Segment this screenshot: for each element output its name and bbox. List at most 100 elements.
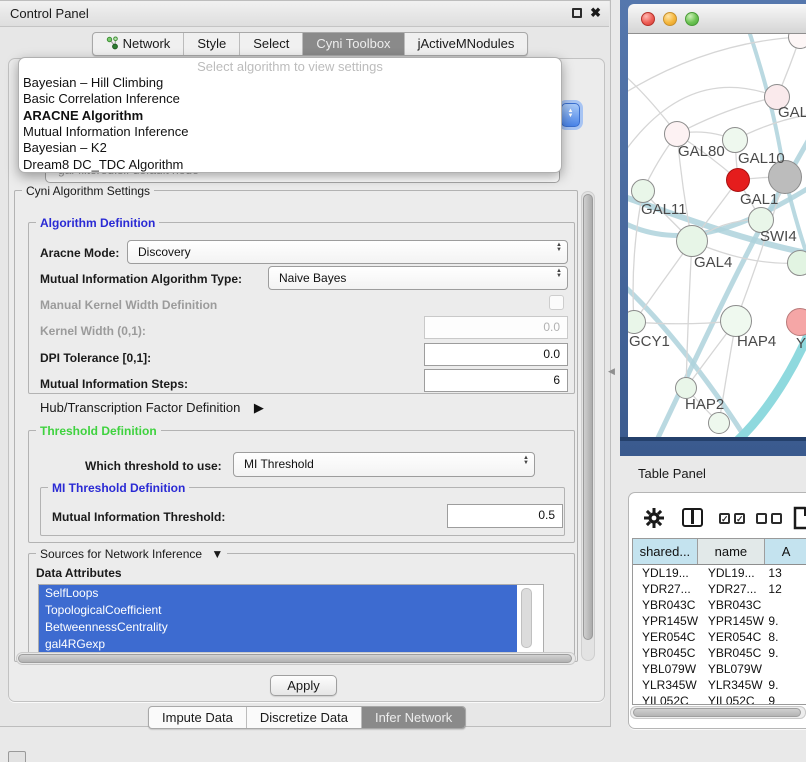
table-row[interactable]: YIL052C YIL052C 9 <box>633 693 806 705</box>
popup-item[interactable]: Mutual Information Inference <box>19 124 561 140</box>
close-window-icon[interactable] <box>641 12 655 26</box>
table-row[interactable]: YPR145W YPR145W 9. <box>633 613 806 629</box>
tab-network[interactable]: Network <box>93 33 183 55</box>
network-node-gal1-selected[interactable] <box>726 168 750 192</box>
control-panel-tabbar: Network Style Select Cyni Toolbox jActiv… <box>92 32 528 56</box>
export-table-icon[interactable] <box>793 506 806 535</box>
list-scrollbar-thumb[interactable] <box>521 588 532 648</box>
table-row[interactable]: YDL19... YDL19... 13 <box>633 565 806 581</box>
tab-network-label: Network <box>123 36 171 51</box>
table-row[interactable]: YDR27... YDR27... 12 <box>633 581 806 597</box>
app-screen: Control Panel ✖ Network Style <box>0 0 806 762</box>
popup-item[interactable]: Basic Correlation Inference <box>19 91 561 107</box>
dpi-tolerance-field[interactable]: 0.0 <box>424 343 568 366</box>
mi-steps-field[interactable]: 6 <box>424 369 568 392</box>
show-all-columns-icon[interactable]: ✓✓ <box>719 513 745 524</box>
network-window-titlebar[interactable] <box>628 4 806 34</box>
table-row[interactable]: YBR043C YBR043C <box>633 597 806 613</box>
popup-header: Select algorithm to view settings <box>19 58 561 75</box>
table-panel-title: Table Panel <box>638 466 706 481</box>
network-node-gal4[interactable] <box>676 225 708 257</box>
tab-style[interactable]: Style <box>183 33 239 55</box>
control-panel-title: Control Panel <box>10 6 89 21</box>
expand-right-icon: ▶ <box>254 400 264 415</box>
table-hscrollbar-thumb[interactable] <box>633 708 801 717</box>
columns-icon[interactable] <box>682 508 703 527</box>
settings-hscrollbar-thumb[interactable] <box>18 654 572 663</box>
popup-item[interactable]: Bayesian – K2 <box>19 140 561 156</box>
which-threshold-label: Which threshold to use: <box>85 459 222 473</box>
popup-item-selected[interactable]: ARACNE Algorithm <box>19 107 561 124</box>
node-label: SWI4 <box>760 228 797 245</box>
node-label: HAP2 <box>685 396 724 413</box>
gear-icon[interactable] <box>643 507 665 534</box>
kernel-width-field[interactable]: 0.0 <box>424 316 568 339</box>
tab-jactivemnodules[interactable]: jActiveMNodules <box>404 33 528 55</box>
apply-button[interactable]: Apply <box>270 675 337 696</box>
cyni-algorithm-settings-title: Cyni Algorithm Settings <box>22 184 154 198</box>
node-table: shared... name A YDL19... YDL19... 13 YD… <box>632 538 806 705</box>
table-row[interactable]: YLR345W YLR345W 9. <box>633 677 806 693</box>
column-header-name[interactable]: name <box>698 539 765 564</box>
table-row[interactable]: YBL079W YBL079W <box>633 661 806 677</box>
minimize-window-icon[interactable] <box>663 12 677 26</box>
settings-scrollbar-thumb[interactable] <box>583 194 593 640</box>
popup-item[interactable]: Dream8 DC_TDC Algorithm <box>19 156 561 173</box>
tab-cyni-toolbox[interactable]: Cyni Toolbox <box>302 33 403 55</box>
close-icon[interactable]: ✖ <box>590 5 601 21</box>
threshold-definition-title: Threshold Definition <box>36 424 161 438</box>
network-node-salmon[interactable] <box>786 308 806 336</box>
combo-arrow-button[interactable]: ▲▼ <box>561 103 580 127</box>
dpi-tolerance-label: DPI Tolerance [0,1]: <box>40 351 151 365</box>
node-label: GAL10 <box>738 150 785 167</box>
hide-all-columns-icon[interactable] <box>756 513 782 524</box>
zoom-window-icon[interactable] <box>685 12 699 26</box>
hub-definition-label: Hub/Transcription Factor Definition <box>40 400 240 415</box>
table-row[interactable]: YBR045C YBR045C 9. <box>633 645 806 661</box>
control-panel-titlebar[interactable]: Control Panel ✖ <box>0 1 609 27</box>
table-panel: ✓✓ shared... name A YDL19... YDL19... <box>628 492 806 729</box>
table-row[interactable]: YER054C YER054C 8. <box>633 629 806 645</box>
network-window-frame-shadow <box>620 437 806 441</box>
column-header-shared[interactable]: shared... <box>633 539 698 564</box>
node-label: HAP4 <box>737 333 776 350</box>
manual-kernel-width-label: Manual Kernel Width Definition <box>40 298 217 312</box>
sources-title-toggle[interactable]: Sources for Network Inference ▼ <box>36 547 227 561</box>
which-threshold-combo[interactable]: MI Threshold ▲▼ <box>233 452 535 477</box>
network-node[interactable] <box>708 412 730 434</box>
list-item[interactable]: gal4RGexp <box>39 636 517 653</box>
tab-infer-network[interactable]: Infer Network <box>361 707 465 728</box>
list-item[interactable]: TopologicalCoefficient <box>39 602 517 619</box>
node-label: GCY1 <box>629 333 670 350</box>
minimized-panel-icon[interactable] <box>8 751 26 762</box>
aracne-mode-combo[interactable]: Discovery ▲▼ <box>127 240 568 264</box>
combo-spinner-icon: ▲▼ <box>556 269 562 279</box>
manual-kernel-width-checkbox[interactable] <box>549 295 564 310</box>
data-attributes-label: Data Attributes <box>36 566 122 580</box>
algorithm-select-popup: Select algorithm to view settings Bayesi… <box>18 57 562 173</box>
combo-spinner-icon: ▲▼ <box>523 456 529 466</box>
panel-splitter-handle[interactable]: ◀ <box>608 366 615 377</box>
mi-threshold-label: Mutual Information Threshold: <box>52 510 225 524</box>
network-node-gal11[interactable] <box>631 179 655 203</box>
hub-definition-expander[interactable]: Hub/Transcription Factor Definition ▶ <box>40 399 264 417</box>
node-label: GAL1 <box>740 191 778 208</box>
tab-discretize-data[interactable]: Discretize Data <box>246 707 361 728</box>
node-label: Y <box>796 335 806 352</box>
tab-impute-data[interactable]: Impute Data <box>149 707 246 728</box>
node-label: GAL11 <box>641 201 687 218</box>
tab-select[interactable]: Select <box>239 33 302 55</box>
list-item[interactable]: SelfLoops <box>39 585 517 602</box>
network-canvas[interactable]: GAL GAL80 GAL10 GAL1 GAL11 SWI4 GAL4 GCY… <box>628 34 806 437</box>
mi-threshold-field[interactable]: 0.5 <box>447 504 563 528</box>
mi-algorithm-type-combo[interactable]: Naive Bayes ▲▼ <box>268 266 568 290</box>
float-window-icon[interactable] <box>572 8 582 18</box>
column-header-partial[interactable]: A <box>765 539 806 564</box>
mi-algorithm-type-label: Mutual Information Algorithm Type: <box>40 272 242 286</box>
network-node[interactable] <box>787 250 806 276</box>
mi-threshold-definition-title: MI Threshold Definition <box>48 481 189 495</box>
node-label: GAL80 <box>678 143 725 160</box>
list-item[interactable]: BetweennessCentrality <box>39 619 517 636</box>
popup-item[interactable]: Bayesian – Hill Climbing <box>19 75 561 91</box>
mi-steps-label: Mutual Information Steps: <box>40 377 188 391</box>
